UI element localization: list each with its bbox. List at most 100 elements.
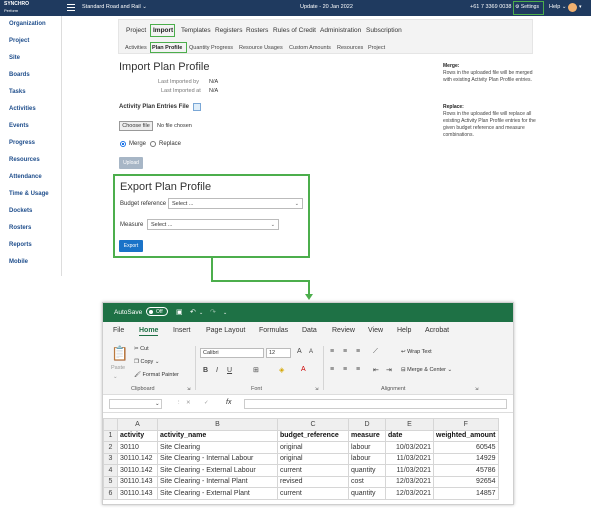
- column-header-a[interactable]: A: [117, 418, 158, 431]
- table-cell[interactable]: Site Clearing: [157, 441, 278, 454]
- table-cell[interactable]: Site Clearing - Internal Labour: [157, 452, 278, 465]
- borders-icon[interactable]: ⊞: [253, 366, 259, 374]
- table-cell[interactable]: Site Clearing - Internal Plant: [157, 475, 278, 488]
- tab-rosters[interactable]: Rosters: [246, 27, 268, 34]
- table-cell[interactable]: 30110.143: [117, 487, 158, 500]
- underline-icon[interactable]: U: [227, 367, 232, 374]
- corner-cell[interactable]: [103, 418, 118, 431]
- table-cell[interactable]: revised: [277, 475, 349, 488]
- sidebar-item-rosters[interactable]: Rosters: [9, 225, 31, 231]
- align-middle-icon[interactable]: ≡: [343, 348, 347, 355]
- subtab-custom-amounts[interactable]: Custom Amounts: [289, 45, 331, 51]
- table-cell[interactable]: 30110.142: [117, 464, 158, 477]
- paste-button[interactable]: Paste: [111, 365, 125, 371]
- chevron-down-icon[interactable]: ⌄: [199, 310, 203, 316]
- menu-acrobat[interactable]: Acrobat: [425, 327, 449, 334]
- decrease-font-icon[interactable]: A: [309, 349, 313, 355]
- measure-select[interactable]: Select ... ⌄: [147, 219, 279, 230]
- dialog-launcher-icon[interactable]: ⇲: [315, 386, 318, 391]
- table-cell[interactable]: 45786: [433, 464, 499, 477]
- table-cell[interactable]: 14929: [433, 452, 499, 465]
- merge-radio[interactable]: [120, 141, 126, 147]
- menu-home[interactable]: Home: [139, 327, 159, 336]
- table-cell[interactable]: 30110.143: [117, 475, 158, 488]
- sidebar-item-dockets[interactable]: Dockets: [9, 208, 32, 214]
- redo-icon[interactable]: ↷: [210, 308, 216, 316]
- subtab-plan-profile[interactable]: Plan Profile: [150, 42, 187, 53]
- column-header-d[interactable]: D: [348, 418, 386, 431]
- table-cell[interactable]: weighted_amount: [433, 429, 499, 442]
- tab-registers[interactable]: Registers: [215, 27, 242, 34]
- font-color-icon[interactable]: A: [301, 366, 306, 373]
- row-number[interactable]: 6: [103, 487, 118, 500]
- table-cell[interactable]: Site Clearing - External Labour: [157, 464, 278, 477]
- formula-input[interactable]: [244, 399, 507, 409]
- user-avatar[interactable]: [568, 3, 577, 12]
- choose-file-button[interactable]: Choose file: [119, 121, 153, 131]
- row-number[interactable]: 3: [103, 452, 118, 465]
- font-name-select[interactable]: Calibri: [200, 348, 264, 358]
- menu-help[interactable]: Help: [397, 327, 411, 334]
- table-cell[interactable]: 11/03/2021: [385, 464, 434, 477]
- enter-icon[interactable]: ✓: [204, 400, 209, 406]
- subtab-resources[interactable]: Resources: [337, 45, 363, 51]
- sidebar-item-organization[interactable]: Organization: [9, 21, 46, 27]
- fill-color-icon[interactable]: ◈: [279, 366, 284, 374]
- wrap-text-button[interactable]: ↩ Wrap Text: [401, 349, 432, 355]
- sidebar-item-events[interactable]: Events: [9, 123, 29, 129]
- paste-dropdown-icon[interactable]: ⌄: [113, 374, 118, 380]
- tab-import[interactable]: Import: [150, 24, 175, 37]
- align-center-icon[interactable]: ≡: [343, 366, 347, 373]
- align-bottom-icon[interactable]: ≡: [356, 348, 360, 355]
- table-cell[interactable]: date: [385, 429, 434, 442]
- hamburger-menu-icon[interactable]: [67, 4, 75, 11]
- italic-icon[interactable]: I: [216, 367, 218, 374]
- sidebar-item-site[interactable]: Site: [9, 55, 20, 61]
- table-cell[interactable]: labour: [348, 441, 386, 454]
- replace-radio-label[interactable]: Replace: [159, 141, 181, 147]
- table-cell[interactable]: current: [277, 487, 349, 500]
- spreadsheet-icon[interactable]: [193, 103, 201, 111]
- paste-icon[interactable]: 📋: [111, 345, 128, 362]
- table-cell[interactable]: Site Clearing - External Plant: [157, 487, 278, 500]
- table-cell[interactable]: original: [277, 441, 349, 454]
- insert-function-icon[interactable]: fx: [226, 399, 231, 406]
- tab-subscription[interactable]: Subscription: [366, 27, 402, 34]
- row-number[interactable]: 1: [103, 429, 118, 442]
- export-button[interactable]: Export: [119, 240, 143, 252]
- increase-indent-icon[interactable]: ⇥: [386, 366, 392, 374]
- tab-rules-of-credit[interactable]: Rules of Credit: [273, 27, 316, 34]
- help-menu[interactable]: Help ⌄: [549, 4, 566, 10]
- table-cell[interactable]: 12/03/2021: [385, 475, 434, 488]
- dialog-launcher-icon[interactable]: ⇲: [187, 386, 190, 391]
- table-cell[interactable]: 60545: [433, 441, 499, 454]
- subtab-quantity-progress[interactable]: Quantity Progress: [189, 45, 233, 51]
- increase-font-icon[interactable]: A: [297, 348, 302, 355]
- copy-button[interactable]: ❐ Copy ⌄: [134, 359, 159, 365]
- bold-icon[interactable]: B: [203, 367, 208, 374]
- decrease-indent-icon[interactable]: ⇤: [373, 366, 379, 374]
- table-cell[interactable]: budget_reference: [277, 429, 349, 442]
- sidebar-item-boards[interactable]: Boards: [9, 72, 30, 78]
- sidebar-item-mobile[interactable]: Mobile: [9, 259, 28, 265]
- sidebar-item-progress[interactable]: Progress: [9, 140, 35, 146]
- table-cell[interactable]: quantity: [348, 487, 386, 500]
- menu-page-layout[interactable]: Page Layout: [206, 327, 245, 334]
- menu-view[interactable]: View: [368, 327, 383, 334]
- sidebar-item-reports[interactable]: Reports: [9, 242, 32, 248]
- table-cell[interactable]: 10/03/2021: [385, 441, 434, 454]
- column-header-e[interactable]: E: [385, 418, 434, 431]
- table-cell[interactable]: activity_name: [157, 429, 278, 442]
- update-notice[interactable]: Update - 20 Jan 2022: [300, 4, 353, 10]
- sidebar-item-tasks[interactable]: Tasks: [9, 89, 26, 95]
- menu-file[interactable]: File: [113, 327, 124, 334]
- menu-review[interactable]: Review: [332, 327, 355, 334]
- table-cell[interactable]: current: [277, 464, 349, 477]
- subtab-project[interactable]: Project: [368, 45, 385, 51]
- table-cell[interactable]: 30110.142: [117, 452, 158, 465]
- table-cell[interactable]: 30110: [117, 441, 158, 454]
- name-box-dropdown-icon[interactable]: ⌄: [155, 401, 160, 407]
- sidebar-item-resources[interactable]: Resources: [9, 157, 40, 163]
- merge-center-button[interactable]: ⊟ Merge & Center ⌄: [401, 367, 452, 373]
- customize-toolbar-icon[interactable]: ⌄: [223, 310, 227, 316]
